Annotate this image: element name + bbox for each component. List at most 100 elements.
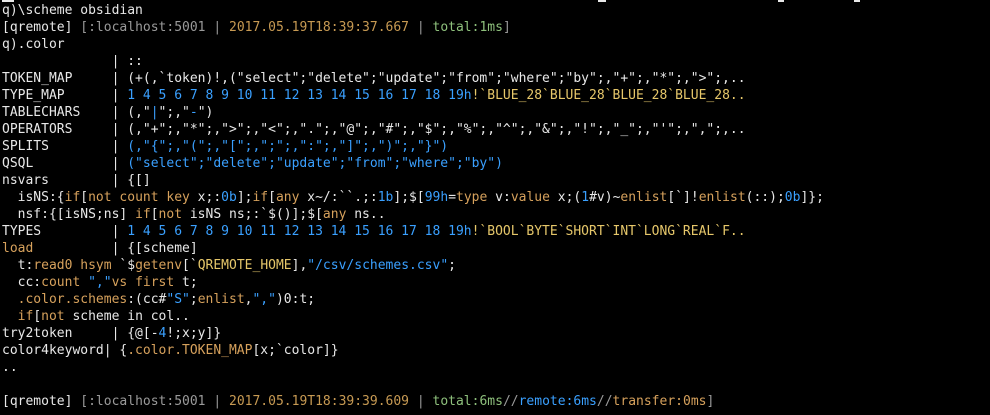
terminal-text-segment: "/csv/schemes.csv": [307, 258, 449, 273]
previous-line-fragment: [598, 0, 606, 2]
terminal-text-segment: TYPE_MAP |: [2, 88, 128, 103]
terminal-text-segment: x;(: [549, 190, 582, 205]
terminal-text-segment: -: [189, 105, 198, 120]
terminal-text-segment: ";,": [158, 105, 190, 120]
terminal-text-segment: not count key: [88, 190, 190, 205]
terminal-text-segment: total:1ms: [432, 20, 503, 35]
terminal-line: .color.schemes:(cc#"S";enlist,",")0:t;: [2, 291, 315, 308]
terminal-text-segment: 0b: [221, 190, 237, 205]
terminal-line: nsf:{[isNS;ns] if[not isNS ns;:`$()];$[a…: [2, 206, 386, 223]
terminal-text-segment: count: [41, 275, 81, 290]
terminal-text-segment: ],: [291, 258, 308, 273]
terminal-text-segment: !`BOOL`BYTE`SHORT`INT`LONG`REAL`F..: [471, 224, 746, 239]
terminal-line: load | {[scheme]: [2, 240, 198, 257]
terminal-text-segment: "): [197, 105, 214, 120]
terminal-text-segment: vs: [111, 275, 128, 290]
terminal-text-segment: )0:t;: [275, 292, 316, 307]
terminal-text-segment: 0b: [784, 190, 801, 205]
terminal-text-segment: color4keyword| {: [2, 343, 128, 358]
terminal-line: OPERATORS | (,"+";,"*";,">";,"<";,".";,"…: [2, 121, 746, 138]
terminal-line: try2token | {@[-4!;x;y]}: [2, 325, 221, 342]
terminal-text-segment: 1 4 5 6 7 8 9 10 11 12 13 14 15 16 17 18…: [127, 88, 472, 103]
terminal-text-segment: x~/:``.;:: [299, 190, 378, 205]
terminal-text-segment: isNS:{: [2, 190, 65, 205]
terminal-line: nsvars | {[]: [2, 172, 151, 189]
terminal-text-segment: 2017.05.19T18:39:39.609: [229, 394, 410, 409]
terminal-text-segment: [`]!: [667, 190, 699, 205]
terminal-text-segment: 1b: [377, 190, 394, 205]
terminal-text-segment: remote:6ms: [518, 394, 597, 409]
terminal-text-segment: | ::: [2, 54, 143, 69]
terminal-text-segment: 1 4 5 6 7 8 9 10 11 12 13 14 15 16 17 18…: [127, 224, 472, 239]
terminal-text-segment: load: [2, 241, 34, 256]
terminal-line: q).color: [2, 36, 65, 53]
previous-line-fragment: [778, 0, 784, 2]
terminal-text-segment: value: [510, 190, 550, 205]
terminal-text-segment: x;:: [189, 190, 222, 205]
terminal-line: t:read0 hsym `$getenv[`QREMOTE_HOME],"/c…: [2, 257, 456, 274]
terminal-text-segment: enlist: [620, 190, 668, 205]
terminal-text-segment: [x;`color]}: [252, 343, 339, 358]
terminal-text-segment: ];: [236, 190, 253, 205]
terminal-text-segment: any: [322, 207, 347, 222]
terminal-text-segment: {[]: [127, 173, 151, 188]
terminal-line: if[not scheme in col..: [2, 308, 190, 325]
terminal-text-segment: if: [64, 190, 81, 205]
terminal-text-segment: QREMOTE_HOME: [197, 258, 292, 273]
terminal-line: | ::: [2, 53, 143, 70]
terminal-text-segment: ]};: [800, 190, 824, 205]
terminal-text-segment: ]: [706, 394, 715, 409]
terminal-text-segment: [: [150, 207, 159, 222]
terminal-text-segment: if: [17, 309, 34, 324]
terminal-text-segment: if: [135, 207, 151, 222]
terminal-text-segment: ]: [502, 20, 511, 35]
terminal-output[interactable]: q)\scheme obsidian [qremote] [:localhost:…: [0, 0, 990, 415]
terminal-text-segment: read0: [33, 258, 73, 273]
terminal-text-segment: t;: [174, 275, 198, 290]
terminal-text-segment: //: [502, 394, 519, 409]
terminal-text-segment: TABLECHARS |: [2, 105, 128, 120]
terminal-text-segment: getenv: [135, 258, 183, 273]
terminal-text-segment: (,"{";,"(";,"[";,";";,":";,"]";,")";,"}"…: [127, 139, 449, 154]
terminal-line: [qremote] [:localhost:5001 | 2017.05.19T…: [2, 393, 714, 410]
terminal-text-segment: !`BLUE_28`BLUE_28`BLUE_28`BLUE_28..: [471, 88, 746, 103]
terminal-line: color4keyword| {.color.TOKEN_MAP[x;`colo…: [2, 342, 339, 359]
terminal-text-segment: not: [41, 309, 65, 324]
terminal-text-segment: ];$[: [393, 190, 425, 205]
terminal-text-segment: =: [448, 190, 457, 205]
terminal-text-segment: //: [596, 394, 613, 409]
terminal-text-segment: total:6ms: [432, 394, 503, 409]
previous-line-fragment: [854, 0, 860, 2]
terminal-text-segment: q).color: [2, 37, 65, 52]
terminal-text-segment: nsf:{[isNS;ns]: [2, 207, 136, 222]
terminal-text-segment: (+(,`token)!,("select";"delete";"update"…: [127, 71, 746, 86]
terminal-text-segment: #v)~: [589, 190, 621, 205]
terminal-text-segment: ;: [448, 258, 456, 273]
terminal-text-segment: any: [275, 190, 300, 205]
terminal-text-segment: [:localhost:5001 |: [80, 394, 229, 409]
terminal-text-segment: SPLITS |: [2, 139, 128, 154]
terminal-text-segment: enlist: [197, 292, 245, 307]
terminal-text-segment: (,"+";,"*";,">";,"<";,".";,"@";,"#";,"$"…: [127, 122, 746, 137]
terminal-text-segment: | {[scheme]: [33, 241, 198, 256]
terminal-text-segment: ",": [88, 275, 112, 290]
terminal-text-segment: .color.schemes: [17, 292, 128, 307]
terminal-line: TYPE_MAP | 1 4 5 6 7 8 9 10 11 12 13 14 …: [2, 87, 746, 104]
terminal-text-segment: QSQL |: [2, 156, 128, 171]
terminal-text-segment: ns..: [346, 207, 386, 222]
terminal-text-segment: ..: [2, 360, 18, 375]
terminal-text-segment: transfer:0ms: [612, 394, 707, 409]
terminal-text-segment: [qremote]: [2, 394, 81, 409]
terminal-text-segment: t:: [2, 258, 34, 273]
terminal-line: TOKEN_MAP | (+(,`token)!,("select";"dele…: [2, 70, 746, 87]
terminal-line: [qremote] [:localhost:5001 | 2017.05.19T…: [2, 19, 511, 36]
terminal-line: QSQL | ("select";"delete";"update";"from…: [2, 155, 503, 172]
terminal-text-segment: cc:: [2, 275, 42, 290]
terminal-text-segment: first: [135, 275, 175, 290]
terminal-text-segment: |: [409, 394, 433, 409]
terminal-line: ..: [2, 359, 18, 376]
terminal-text-segment: (::);: [745, 190, 785, 205]
